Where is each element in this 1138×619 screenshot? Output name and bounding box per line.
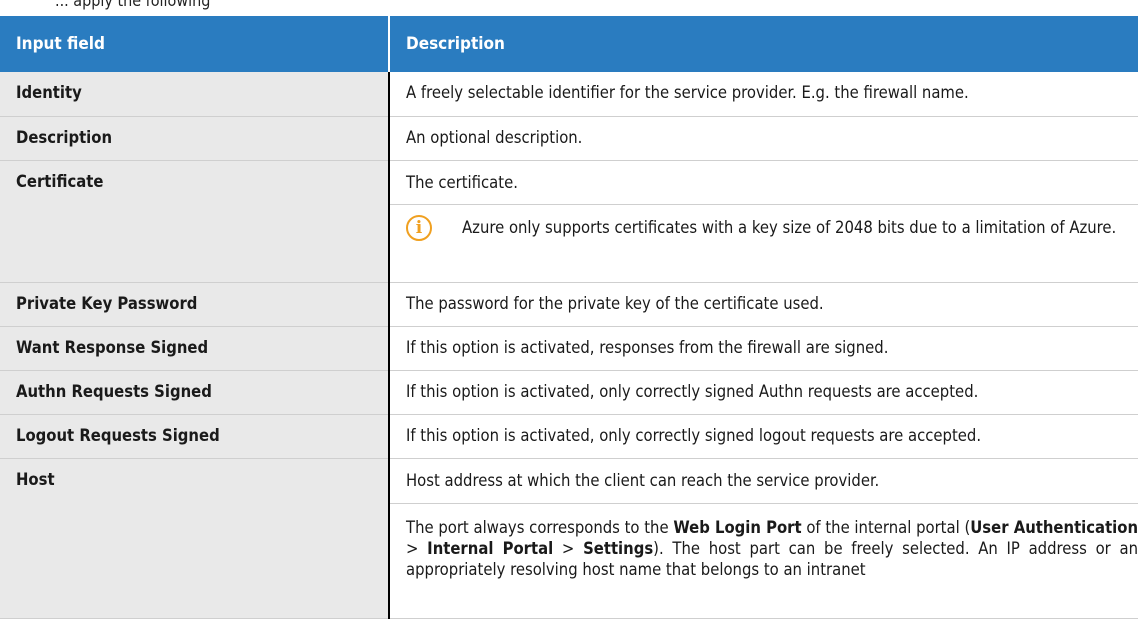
table-row: Identity A freely selectable identifier …	[0, 72, 1138, 117]
field-description: An optional description.	[388, 116, 1138, 161]
bold-term: User Authentication	[970, 517, 1138, 537]
field-description: If this option is activated, only correc…	[388, 370, 1138, 415]
text-run: of the internal portal (	[801, 517, 971, 537]
info-note: i Azure only supports certificates with …	[390, 203, 1138, 241]
column-header-input-field: Input field	[0, 16, 389, 72]
text-run: >	[406, 538, 428, 558]
field-label: Authn Requests Signed	[0, 370, 389, 415]
field-description: If this option is activated, only correc…	[388, 414, 1138, 459]
field-label: Identity	[0, 72, 389, 117]
field-description: The password for the private key of the …	[388, 282, 1138, 327]
bold-term: Internal Portal	[427, 538, 554, 558]
field-description: If this option is activated, responses f…	[388, 326, 1138, 371]
bold-term: Settings	[583, 538, 654, 558]
host-port-note: The port always corresponds to the Web L…	[390, 502, 1138, 580]
field-label: Description	[0, 116, 389, 161]
table-row: Certificate The certificate. i Azure onl…	[0, 160, 1138, 283]
table-row: Authn Requests Signed If this option is …	[0, 370, 1138, 415]
host-description: Host address at which the client can rea…	[406, 470, 880, 490]
table-row: Private Key Password The password for th…	[0, 282, 1138, 327]
cut-off-intro-text: ... apply the following	[55, 0, 211, 10]
field-label: Certificate	[0, 160, 389, 283]
table-row: Host Host address at which the client ca…	[0, 458, 1138, 619]
table-row: Logout Requests Signed If this option is…	[0, 414, 1138, 459]
field-description: A freely selectable identifier for the s…	[388, 72, 1138, 117]
field-label: Logout Requests Signed	[0, 414, 389, 459]
text-run: >	[553, 538, 584, 558]
certificate-description: The certificate.	[406, 172, 518, 192]
table-row: Description An optional description.	[0, 116, 1138, 161]
field-label: Private Key Password	[0, 282, 389, 327]
column-header-description: Description	[388, 16, 1138, 72]
text-run: The port always corresponds to the	[406, 517, 674, 537]
input-field-table: Input field Description Identity A freel…	[0, 16, 1138, 619]
field-label: Host	[0, 458, 389, 619]
table-header-row: Input field Description	[0, 16, 1138, 72]
bold-term: Web Login Port	[673, 517, 802, 537]
field-label: Want Response Signed	[0, 326, 389, 371]
table-row: Want Response Signed If this option is a…	[0, 326, 1138, 371]
info-note-text: Azure only supports certificates with a …	[462, 217, 1117, 237]
info-icon: i	[406, 214, 432, 241]
field-description: The certificate. i Azure only supports c…	[388, 160, 1138, 283]
field-description: Host address at which the client can rea…	[388, 458, 1138, 619]
